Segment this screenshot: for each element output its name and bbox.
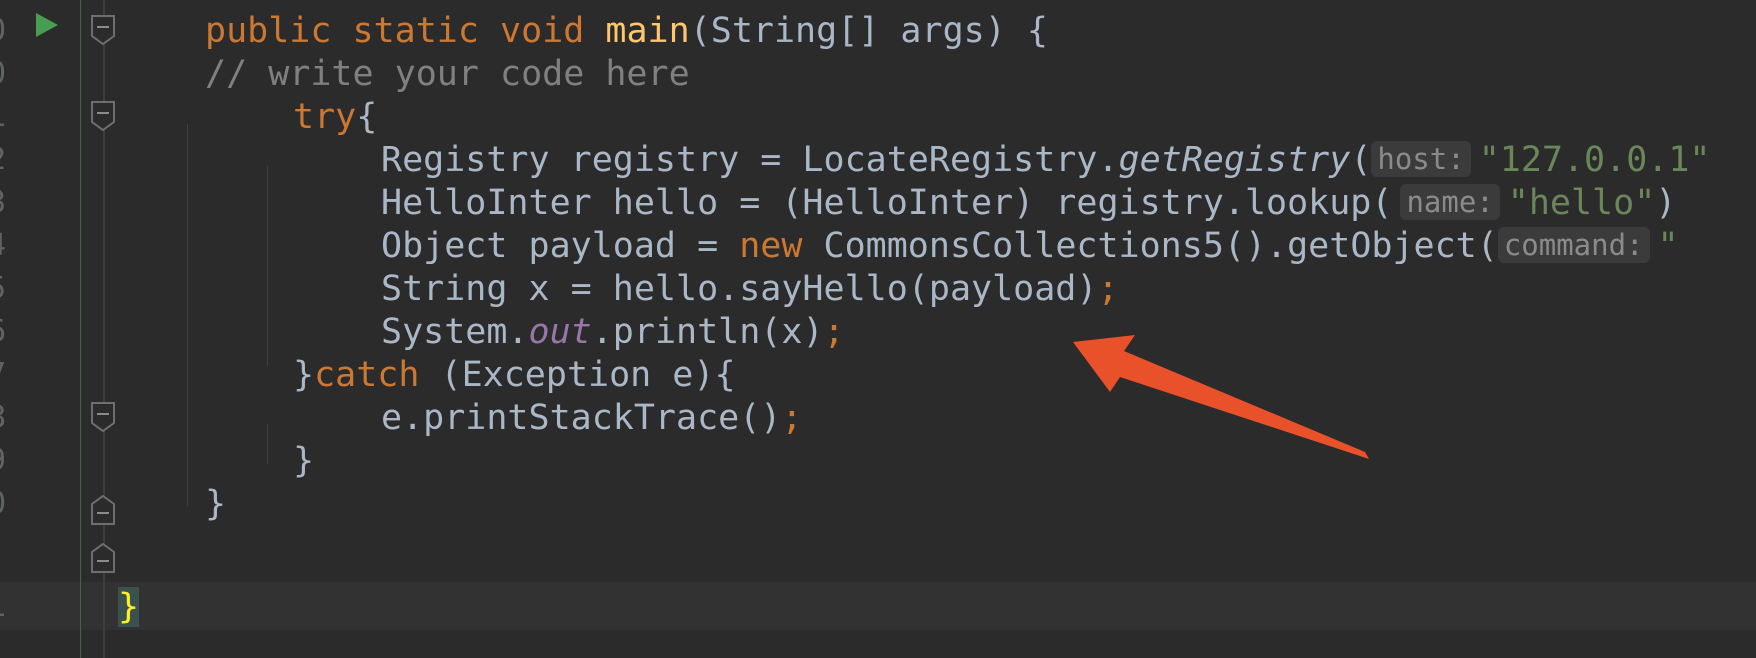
code-editor[interactable]: 0 public static void main(String[] args)… bbox=[0, 0, 1756, 658]
arrow-shape bbox=[1073, 335, 1369, 459]
annotation-arrow bbox=[1073, 335, 1369, 459]
